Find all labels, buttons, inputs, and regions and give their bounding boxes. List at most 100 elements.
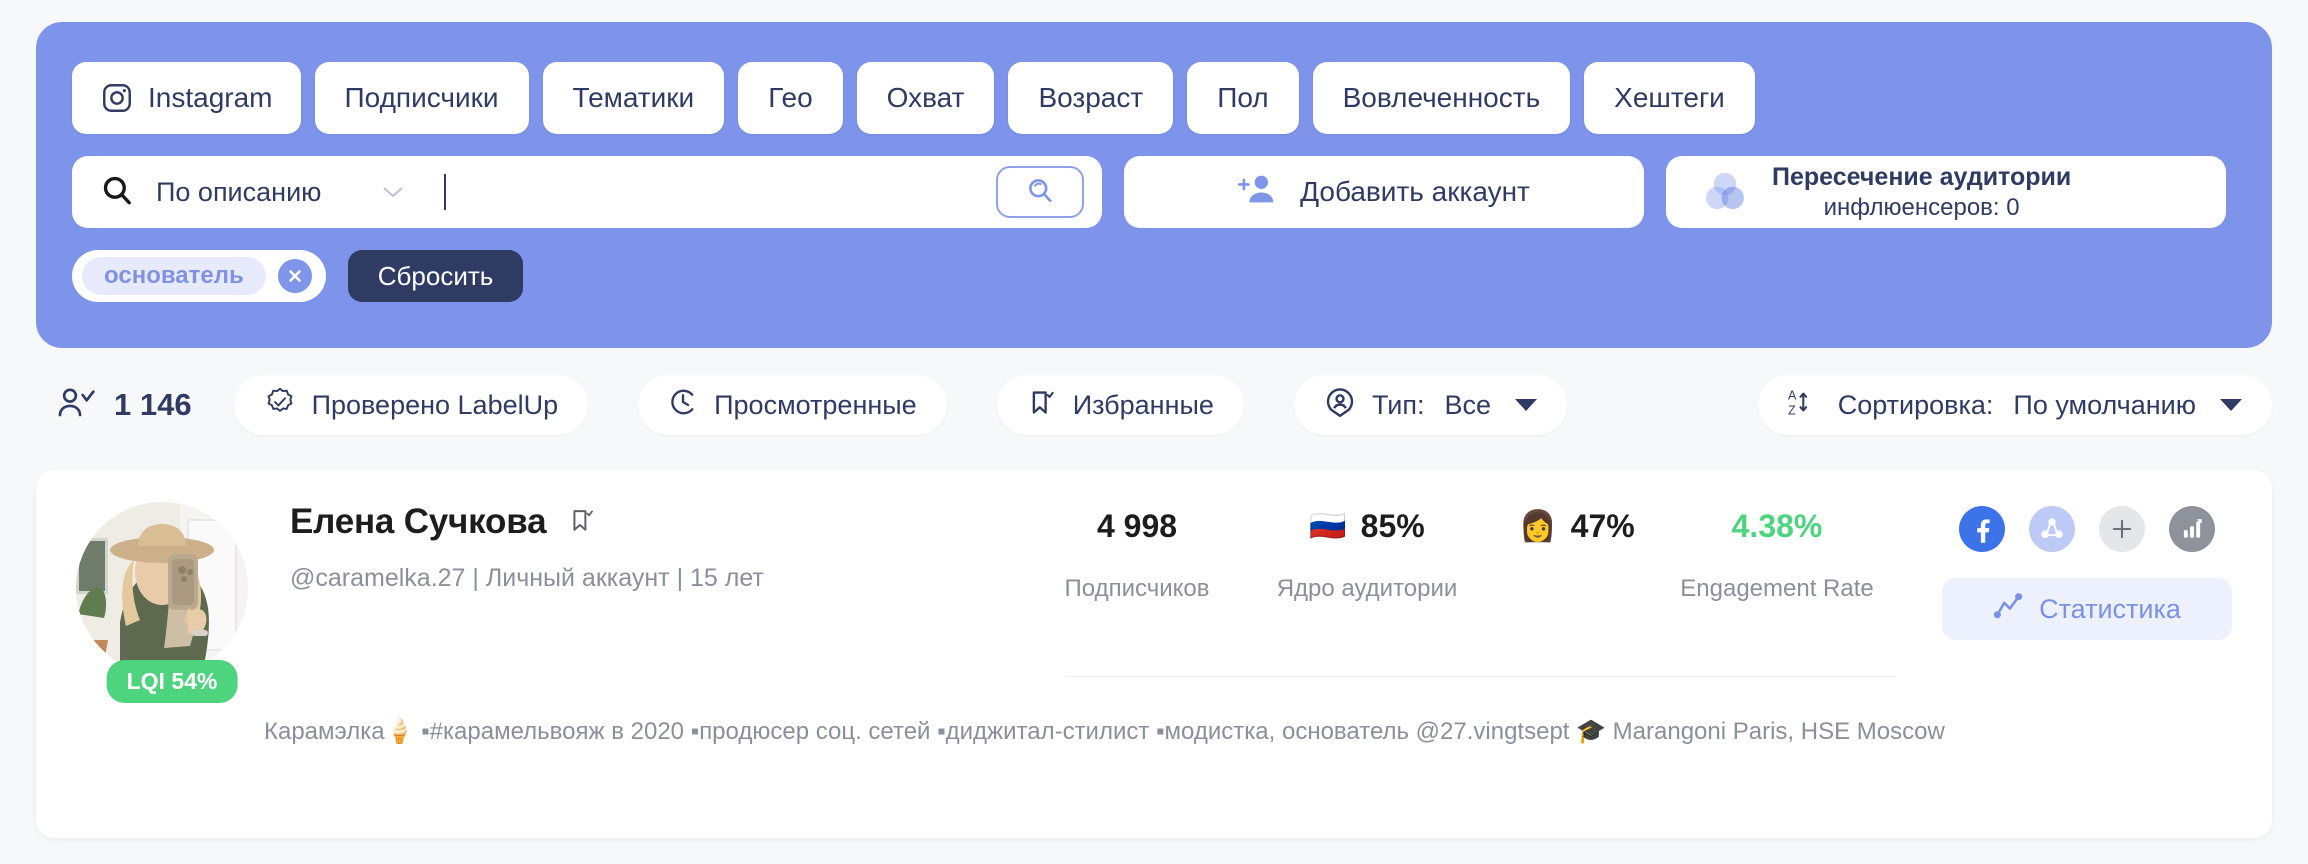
- filter-chip-label: Хештеги: [1614, 82, 1725, 113]
- chevron-down-icon: [381, 181, 405, 203]
- filter-chip-label: Вовлеченность: [1342, 82, 1541, 113]
- close-circle-icon[interactable]: [277, 259, 312, 293]
- app-root: Instagram Подписчики Тематики Гео Охват …: [0, 0, 2308, 864]
- audience-intersection-text: Пересечение аудитории инфлюенсеров: 0: [1772, 162, 2071, 222]
- active-tags-row: основатель Сбросить: [72, 250, 2236, 302]
- filter-chip-reach[interactable]: Охват: [856, 62, 995, 134]
- chevron-down-icon: [1514, 399, 1537, 411]
- instagram-icon: [100, 81, 134, 115]
- search-mode-select[interactable]: По описанию: [156, 177, 426, 208]
- filter-verified-labelup[interactable]: Проверено LabelUp: [233, 375, 589, 435]
- filter-type-select[interactable]: Тип: Все: [1293, 375, 1567, 435]
- avatar[interactable]: [76, 502, 248, 674]
- filter-chip-engagement[interactable]: Вовлеченность: [1312, 62, 1571, 134]
- chevron-down-icon: [2220, 399, 2242, 411]
- filter-chip-age[interactable]: Возраст: [1008, 62, 1174, 134]
- reset-filters-button[interactable]: Сбросить: [347, 250, 524, 302]
- search-box[interactable]: По описанию: [72, 156, 1102, 228]
- search-input[interactable]: [449, 176, 996, 208]
- venn-diagram-icon: [1700, 166, 1750, 219]
- active-tag[interactable]: основатель: [72, 250, 326, 302]
- filter-type-value: Все: [1444, 389, 1491, 420]
- network-share-icon[interactable]: [2029, 506, 2075, 552]
- search-mode-label: По описанию: [156, 176, 322, 207]
- filter-chip-label: Instagram: [148, 82, 273, 113]
- search-row: По описанию Добавить аккаунт Пересечение…: [72, 156, 2236, 228]
- add-account-button[interactable]: Добавить аккаунт: [1124, 156, 1644, 228]
- filter-chip-label: Подписчики: [344, 82, 499, 113]
- bookmark-check-icon: [1027, 387, 1057, 424]
- search-icon: [100, 173, 156, 212]
- profile-stats: 4 998 Подписчиков 🇷🇺 85% Ядро аудитории …: [1032, 502, 1892, 838]
- results-count: 1 146: [56, 385, 192, 426]
- sort-select[interactable]: A Z Сортировка: По умолчанию: [1757, 375, 2272, 435]
- profile-meta: @caramelka.27 | Личный аккаунт | 15 лет: [290, 564, 764, 592]
- influencer-card-inner: LQI 54% Елена Сучкова @caramelka.27 | Ли…: [36, 470, 2272, 838]
- stat-audience-core: 🇷🇺 85% Ядро аудитории: [1242, 508, 1492, 603]
- filter-chip-label: Гео: [768, 82, 813, 113]
- filter-favorites-label: Избранные: [1072, 389, 1214, 420]
- audience-intersection-title: Пересечение аудитории: [1772, 163, 2072, 192]
- stat-engagement-rate-label: Engagement Rate: [1680, 575, 1874, 602]
- avatar-column: LQI 54%: [72, 502, 272, 838]
- filter-chip-label: Тематики: [572, 82, 695, 113]
- svg-text:Z: Z: [1788, 403, 1796, 417]
- card-divider: [1066, 676, 1896, 677]
- stat-followers: 4 998 Подписчиков: [1032, 508, 1242, 603]
- filter-verified-label: Проверено LabelUp: [311, 389, 559, 420]
- filter-favorites[interactable]: Избранные: [996, 375, 1244, 435]
- statistics-button-label: Статистика: [2039, 593, 2181, 624]
- filter-viewed-label: Просмотренные: [714, 389, 917, 420]
- add-account-label: Добавить аккаунт: [1300, 176, 1530, 207]
- filter-chip-subscribers[interactable]: Подписчики: [314, 62, 529, 134]
- profile-info-column: Елена Сучкова @caramelka.27 | Личный акк…: [272, 502, 1032, 838]
- profile-name-row: Елена Сучкова: [290, 502, 1032, 542]
- filter-chip-label: Пол: [1217, 82, 1269, 113]
- profile-action-icons: [1959, 506, 2215, 552]
- line-chart-icon: [1993, 591, 2023, 628]
- audience-intersection-button[interactable]: Пересечение аудитории инфлюенсеров: 0: [1666, 156, 2226, 228]
- text-cursor: [444, 174, 446, 210]
- stat-followers-value: 4 998: [1096, 508, 1178, 544]
- stat-audience-core-value: 🇷🇺 85%: [1309, 508, 1425, 544]
- filter-type-label: Тип:: [1371, 389, 1425, 420]
- add-person-icon: [1238, 171, 1278, 214]
- stat-audience-core-label: Ядро аудитории: [1276, 575, 1458, 602]
- influencer-card[interactable]: LQI 54% Елена Сучкова @caramelka.27 | Ли…: [36, 470, 2272, 838]
- person-check-icon: [56, 385, 96, 426]
- clock-icon: [668, 387, 698, 424]
- bookmark-check-icon[interactable]: [568, 506, 596, 539]
- svg-text:A: A: [1788, 388, 1797, 402]
- filter-chip-label: Возраст: [1038, 82, 1144, 113]
- stat-engagement-rate-value: 4.38%: [1731, 508, 1823, 544]
- verified-badge-icon: [264, 386, 296, 425]
- lqi-badge: LQI 54%: [106, 660, 238, 703]
- facebook-icon[interactable]: [1959, 506, 2005, 552]
- filter-chip-row: Instagram Подписчики Тематики Гео Охват …: [72, 62, 2236, 134]
- search-input-wrap[interactable]: [426, 174, 996, 210]
- stat-gender-share: 👩 47%: [1492, 508, 1662, 575]
- filter-chip-label: Охват: [886, 82, 965, 113]
- filter-chip-topics[interactable]: Тематики: [542, 62, 725, 134]
- search-icon: [1025, 175, 1055, 210]
- stat-followers-label: Подписчиков: [1064, 575, 1210, 602]
- plus-icon[interactable]: [2099, 506, 2145, 552]
- bar-chart-icon[interactable]: [2169, 506, 2215, 552]
- filter-chip-gender[interactable]: Пол: [1187, 62, 1299, 134]
- profile-actions: Статистика: [1942, 502, 2232, 838]
- filter-panel: Instagram Подписчики Тематики Гео Охват …: [36, 22, 2272, 348]
- filter-chip-instagram[interactable]: Instagram: [72, 62, 301, 134]
- profile-bio: Карамэлка🍦 ▪#карамельвояж в 2020 ▪продюс…: [264, 718, 1945, 745]
- filter-chip-hashtags[interactable]: Хештеги: [1584, 62, 1755, 134]
- stat-engagement-rate: 4.38% Engagement Rate: [1662, 508, 1892, 603]
- account-pin-icon: [1324, 386, 1356, 425]
- woman-icon: 👩: [1519, 510, 1557, 543]
- sort-label: Сортировка:: [1837, 389, 1994, 420]
- filter-viewed[interactable]: Просмотренные: [638, 375, 947, 435]
- active-tag-label: основатель: [82, 257, 266, 295]
- results-toolbar: 1 146 Проверено LabelUp Просмотренные Из…: [56, 372, 2272, 438]
- statistics-button[interactable]: Статистика: [1942, 578, 2232, 640]
- search-submit-button[interactable]: [996, 166, 1084, 218]
- page-title: Елена Сучкова: [290, 502, 547, 541]
- filter-chip-geo[interactable]: Гео: [738, 62, 843, 134]
